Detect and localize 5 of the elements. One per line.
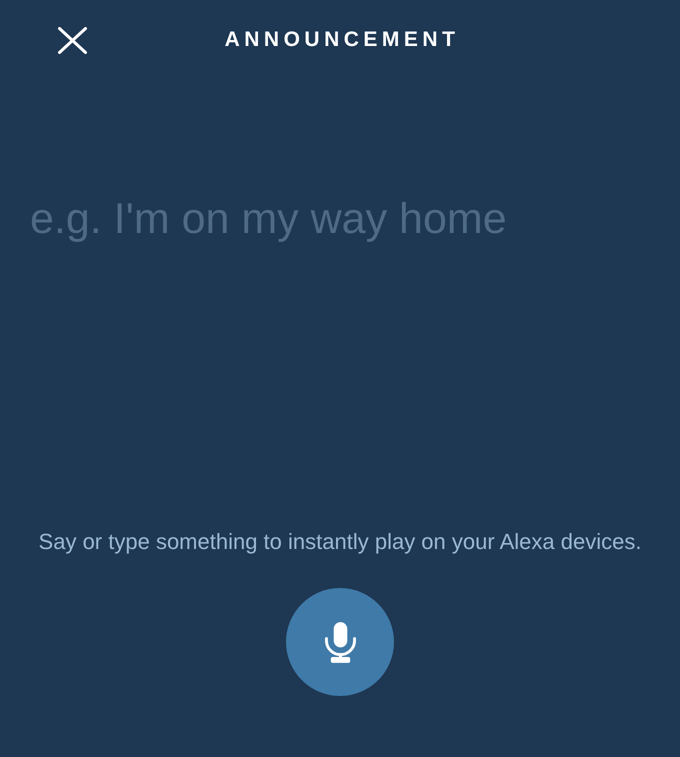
hint-text: Say or type something to instantly play on your Alexa devices. (38, 528, 642, 556)
close-button[interactable] (56, 24, 89, 56)
screen-title: ANNOUNCEMENT (224, 27, 460, 53)
microphone-icon (324, 622, 356, 662)
close-icon (58, 26, 87, 54)
